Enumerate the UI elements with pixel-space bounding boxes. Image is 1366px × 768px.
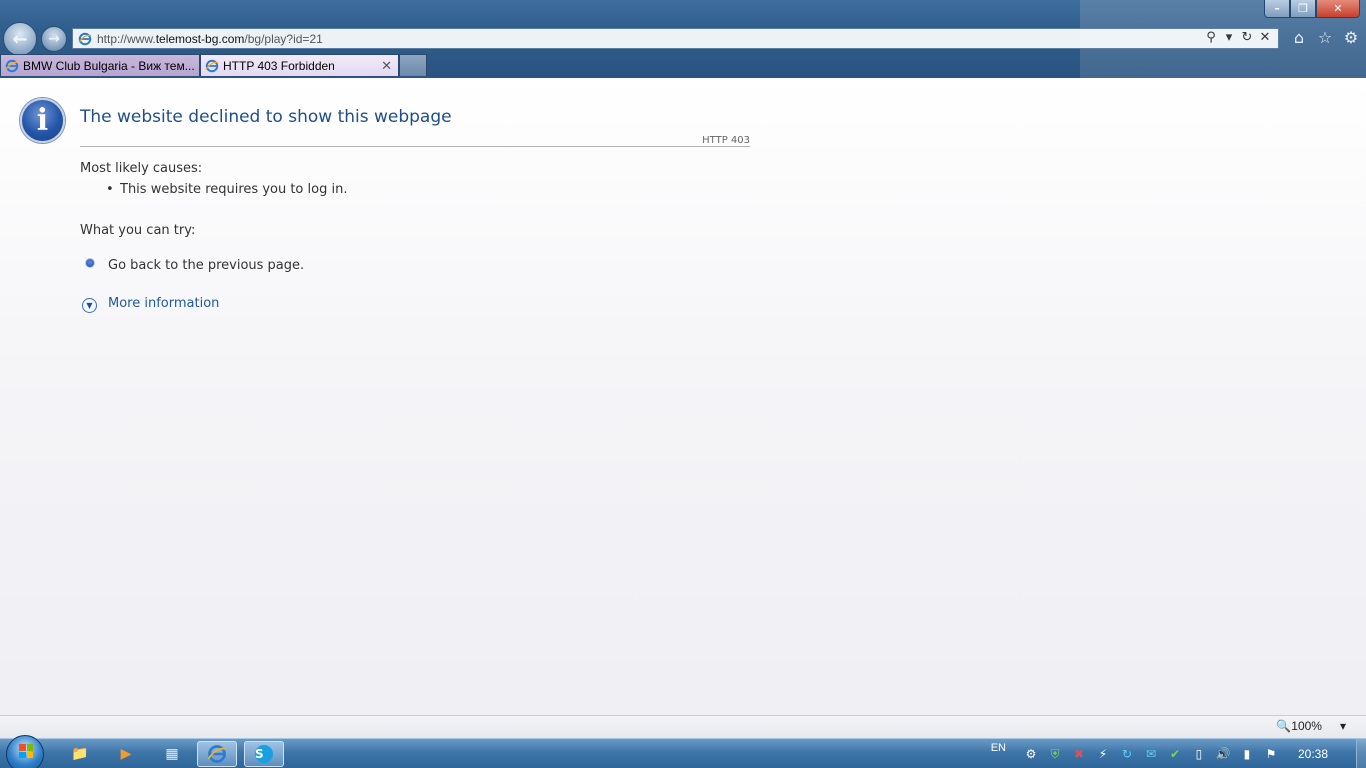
info-icon: i <box>20 98 65 143</box>
messenger-icon[interactable]: ✉ <box>1142 745 1160 763</box>
taskbar-explorer[interactable]: 📁 <box>60 741 100 767</box>
zoom-control[interactable]: 🔍100% ▾ <box>1276 719 1346 733</box>
arrow-right-icon: → <box>48 31 60 47</box>
zoom-level: 100% <box>1291 719 1322 733</box>
network-tool-icon[interactable]: ⚙ <box>1022 745 1040 763</box>
tools-icon[interactable]: ✖ <box>1070 745 1088 763</box>
tab-bmw-club[interactable]: BMW Club Bulgaria - Виж тем... <box>0 54 200 76</box>
search-icon[interactable]: ⚲ <box>1204 30 1218 45</box>
taskbar-internet-explorer[interactable] <box>197 741 237 767</box>
tab-http-403[interactable]: HTTP 403 Forbidden ✕ <box>200 54 399 76</box>
signal-icon[interactable]: ▮ <box>1238 745 1256 763</box>
browser-chrome: – ❐ ✕ ← → http://www.telemost-bg.com/bg/… <box>0 0 1366 78</box>
language-indicator[interactable]: EN <box>991 742 1006 754</box>
start-button[interactable] <box>6 735 44 768</box>
back-button[interactable]: ← <box>3 22 37 56</box>
minimize-button[interactable]: – <box>1264 0 1290 18</box>
taskbar: 📁 ▶ ▦ S EN ⚙ ⛨ ✖ ⚡ ↻ ✉ ✔ ▯ 🔊 ▮ ⚑ 20:38 <box>0 735 1366 768</box>
taskbar-calculator[interactable]: ▦ <box>152 741 192 767</box>
maximize-button[interactable]: ❐ <box>1290 0 1316 18</box>
page-content: i The website declined to show this webp… <box>0 78 1366 715</box>
check-icon[interactable]: ✔ <box>1166 745 1184 763</box>
bluetooth-icon[interactable]: ⚡ <box>1094 745 1112 763</box>
windows-logo-icon <box>19 744 33 758</box>
command-icons: ⌂ ☆ ⚙ <box>1290 29 1360 47</box>
address-tools: ⚲ ▾ ↻ ✕ <box>1204 30 1272 45</box>
status-bar: 🔍100% ▾ <box>0 715 1366 738</box>
folder-icon: 📁 <box>71 746 89 762</box>
ie-icon <box>205 59 219 72</box>
sync-icon[interactable]: ↻ <box>1118 745 1136 763</box>
shield-icon[interactable]: ⛨ <box>1046 745 1064 763</box>
new-tab-button[interactable] <box>399 54 427 76</box>
ie-icon <box>78 32 92 45</box>
cause-item: • This website requires you to log in. <box>106 182 348 197</box>
gear-icon[interactable]: ⚙ <box>1342 29 1360 47</box>
battery-icon[interactable]: ▯ <box>1190 745 1208 763</box>
address-bar[interactable]: http://www.telemost-bg.com/bg/play?id=21… <box>72 28 1279 49</box>
home-icon[interactable]: ⌂ <box>1290 29 1308 47</box>
action-center-flag-icon[interactable]: ⚑ <box>1262 745 1280 763</box>
divider <box>80 146 750 147</box>
try-heading: What you can try: <box>80 223 196 238</box>
causes-heading: Most likely causes: <box>80 161 203 176</box>
taskbar-skype[interactable]: S <box>244 741 284 767</box>
system-tray: EN ⚙ ⛨ ✖ ⚡ ↻ ✉ ✔ ▯ 🔊 ▮ ⚑ 20:38 <box>991 739 1366 768</box>
try-item[interactable]: Go back to the previous page. <box>108 258 304 273</box>
arrow-left-icon: ← <box>12 28 28 50</box>
window-controls: – ❐ ✕ <box>1264 0 1360 18</box>
taskbar-media-player[interactable]: ▶ <box>106 741 146 767</box>
media-player-icon: ▶ <box>120 746 132 762</box>
address-url[interactable]: http://www.telemost-bg.com/bg/play?id=21 <box>97 32 323 46</box>
page-title: The website declined to show this webpag… <box>80 107 452 127</box>
refresh-icon[interactable]: ↻ <box>1240 30 1254 45</box>
chevron-down-icon[interactable]: ▾ <box>1340 719 1346 733</box>
volume-icon[interactable]: 🔊 <box>1214 745 1232 763</box>
tab-label: HTTP 403 Forbidden <box>223 58 335 73</box>
close-button[interactable]: ✕ <box>1316 0 1360 18</box>
zoom-icon: 🔍 <box>1276 719 1292 733</box>
forward-button[interactable]: → <box>41 26 67 52</box>
tray-icons: ⚙ ⛨ ✖ ⚡ ↻ ✉ ✔ ▯ 🔊 ▮ ⚑ <box>1022 745 1280 763</box>
favorites-star-icon[interactable]: ☆ <box>1316 29 1334 47</box>
clock[interactable]: 20:38 <box>1298 747 1328 761</box>
expand-chevron-icon[interactable]: ▼ <box>82 298 97 313</box>
show-desktop-button[interactable] <box>1356 739 1366 768</box>
ie-icon <box>207 745 226 763</box>
bullet-icon: • <box>106 182 114 197</box>
tab-label: BMW Club Bulgaria - Виж тем... <box>23 58 195 73</box>
ie-icon <box>5 59 19 72</box>
more-information-link[interactable]: More information <box>108 296 219 311</box>
chevron-down-icon[interactable]: ▾ <box>1222 30 1236 45</box>
tab-strip: BMW Club Bulgaria - Виж тем... HTTP 403 … <box>0 54 427 76</box>
http-status-code: HTTP 403 <box>702 135 750 146</box>
calculator-icon: ▦ <box>165 746 179 762</box>
blue-bullet-icon <box>85 258 95 268</box>
skype-icon: S <box>255 745 273 763</box>
tab-close-icon[interactable]: ✕ <box>381 58 392 74</box>
stop-icon[interactable]: ✕ <box>1258 30 1272 45</box>
